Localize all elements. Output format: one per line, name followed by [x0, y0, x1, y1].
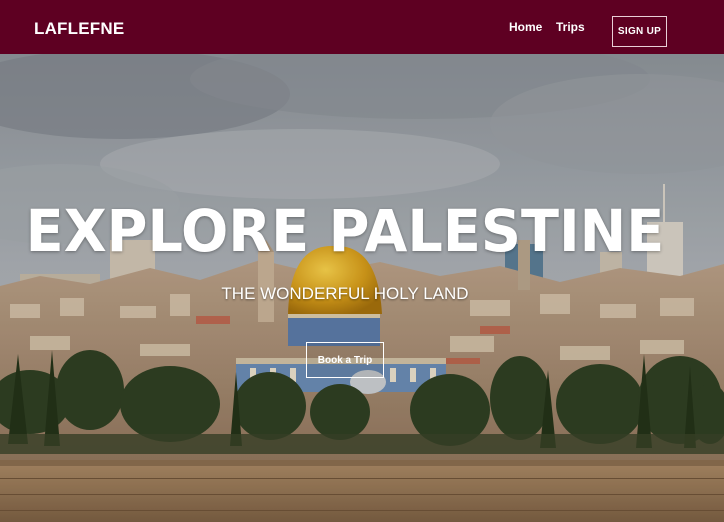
hero-subtitle: THE WONDERFUL HOLY LAND — [221, 284, 469, 303]
hero-section: EXPLORE PALESTINE THE WONDERFUL HOLY LAN… — [0, 54, 724, 522]
nav-link-trips[interactable]: Trips — [556, 20, 585, 34]
nav-link-home[interactable]: Home — [509, 20, 542, 34]
navbar: LAFLEFNE Home Trips SIGN UP — [0, 0, 724, 54]
brand-logo[interactable]: LAFLEFNE — [34, 19, 124, 39]
signup-button[interactable]: SIGN UP — [612, 16, 667, 47]
book-trip-button[interactable]: Book a Trip — [306, 342, 384, 378]
hero-title: EXPLORE PALESTINE — [25, 197, 665, 265]
